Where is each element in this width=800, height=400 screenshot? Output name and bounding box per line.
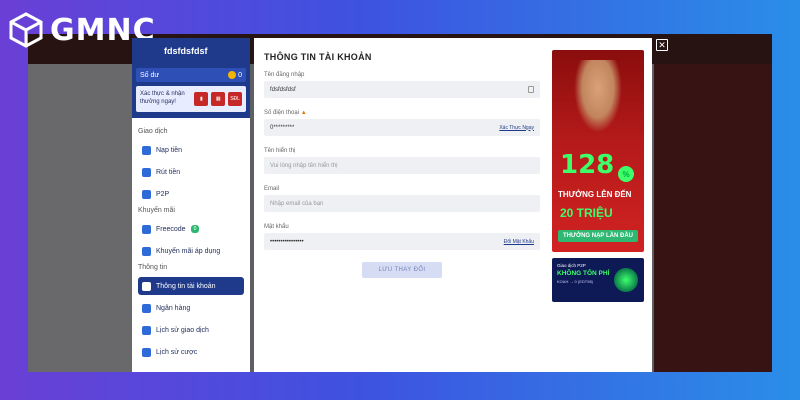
bank-icon bbox=[142, 303, 151, 313]
sidebar-item-label: Rút tiền bbox=[156, 168, 181, 176]
verify-phone-link[interactable]: Xác Thực Ngay bbox=[499, 125, 534, 131]
sidebar-item-label: Thông tin tài khoản bbox=[156, 282, 216, 290]
sidebar-item-label: Ngân hàng bbox=[156, 304, 191, 312]
sidebar-header: fdsfdsfdsf Số dư 0 Xác thực & nhận thưởn… bbox=[132, 38, 250, 118]
balance-value: 0 bbox=[238, 71, 242, 79]
sdl-verify-badge[interactable]: SĐL bbox=[228, 92, 242, 106]
sidebar-item-label: P2P bbox=[156, 190, 170, 198]
sidebar-section-title: Thông tin bbox=[138, 264, 168, 271]
phone-field[interactable]: 0********* Xác Thực Ngay bbox=[264, 119, 540, 136]
phone-field-label: Số điện thoại ▲ bbox=[264, 110, 307, 116]
username-field-label: Tên đăng nhập bbox=[264, 72, 305, 78]
email-label: Email bbox=[264, 186, 280, 192]
email-placeholder: Nhập email của bạn bbox=[270, 200, 324, 207]
sidebar-item[interactable]: Khuyến mãi áp dụng bbox=[138, 242, 244, 260]
phone-verify-icon[interactable]: ▮ bbox=[194, 92, 209, 106]
p2p-icon bbox=[142, 189, 151, 199]
account-icon bbox=[142, 281, 151, 291]
first-deposit-cta[interactable]: THƯỞNG NẠP LẦN ĐẦU bbox=[558, 230, 638, 242]
cube-logo-icon bbox=[9, 12, 43, 48]
sidebar-item[interactable]: Rút tiền bbox=[138, 163, 244, 181]
lock-icon bbox=[528, 86, 534, 93]
display-name-placeholder: Vui lòng nhập tên hiển thị bbox=[270, 162, 338, 169]
phone-label-text: Số điện thoại bbox=[264, 110, 300, 116]
sidebar-section-title: Giao dịch bbox=[138, 128, 168, 135]
display-name-input[interactable]: Vui lòng nhập tên hiển thị bbox=[264, 157, 540, 174]
history-icon bbox=[142, 325, 151, 335]
balance-amount: 0 bbox=[228, 71, 242, 79]
p2p-banner[interactable]: Giao dịch P2P KHÔNG TỐN PHÍ KOAH → 0 (ED… bbox=[552, 258, 644, 302]
count-badge: 0 bbox=[190, 225, 200, 233]
sidebar-item[interactable]: Ngân hàng bbox=[138, 299, 244, 317]
verify-banner[interactable]: Xác thực & nhận thưởng ngay! ▮ ▦ SĐL bbox=[136, 86, 246, 112]
sidebar-item-label: Lịch sử giao dịch bbox=[156, 326, 209, 334]
bonus-percent: 128 bbox=[560, 150, 615, 180]
first-deposit-banner[interactable]: 128 % THƯỞNG LÊN ĐẾN 20 TRIỆU THƯỞNG NẠP… bbox=[552, 50, 644, 252]
password-field[interactable]: •••••••••••••••• Đổi Mật Khẩu bbox=[264, 233, 540, 250]
withdraw-icon bbox=[142, 167, 151, 177]
page-title: THÔNG TIN TÀI KHOẢN bbox=[264, 52, 372, 62]
sidebar-item-label: Lịch sử cược bbox=[156, 348, 198, 356]
sidebar-item[interactable]: Freecode 0 bbox=[138, 220, 244, 238]
change-password-link[interactable]: Đổi Mật Khẩu bbox=[504, 239, 534, 245]
password-field-value: •••••••••••••••• bbox=[270, 238, 304, 245]
phone-field-value: 0********* bbox=[270, 124, 295, 131]
sidebar-menu: Giao dịch Nạp tiền Rút tiền P2P Khuyến mãi Fr… bbox=[132, 118, 250, 371]
save-button[interactable]: LƯU THAY ĐỔI bbox=[362, 262, 442, 278]
sidebar-item-label: Nạp tiền bbox=[156, 146, 183, 154]
balance-bar: Số dư 0 bbox=[136, 68, 246, 82]
account-sidebar: fdsfdsfdsf Số dư 0 Xác thực & nhận thưởn… bbox=[132, 38, 250, 372]
bet-history-icon bbox=[142, 347, 151, 357]
verify-text: Xác thực & nhận thưởng ngay! bbox=[140, 91, 185, 105]
sidebar-item[interactable]: Lịch sử cược bbox=[138, 343, 244, 361]
sidebar-item-label: Khuyến mãi áp dụng bbox=[156, 247, 221, 255]
username-field-value: fdsfdsfdsf bbox=[270, 86, 296, 93]
freecode-icon bbox=[142, 224, 151, 234]
bonus-line-2: 20 TRIỆU bbox=[560, 206, 613, 220]
sidebar-item[interactable]: Lịch sử giao dịch bbox=[138, 321, 244, 339]
username-field: fdsfdsfdsf bbox=[264, 81, 540, 98]
promo-icon bbox=[142, 246, 151, 256]
balance-label: Số dư bbox=[140, 71, 160, 79]
close-button[interactable]: ✕ bbox=[656, 39, 668, 51]
username-label: fdsfdsfdsf bbox=[164, 46, 208, 56]
sidebar-item[interactable]: P2P bbox=[138, 185, 244, 203]
p2p-coin-icon bbox=[614, 268, 638, 292]
sidebar-item[interactable]: Nạp tiền bbox=[138, 141, 244, 159]
sidebar-section-title: Khuyến mãi bbox=[138, 207, 175, 214]
bank-verify-icon[interactable]: ▦ bbox=[211, 92, 226, 106]
sidebar-item[interactable]: Thông tin tài khoản bbox=[138, 277, 244, 295]
warning-icon: ▲ bbox=[300, 110, 307, 116]
password-label: Mật khẩu bbox=[264, 224, 289, 230]
percent-sign: % bbox=[618, 166, 634, 182]
bonus-line-1: THƯỞNG LÊN ĐẾN bbox=[558, 190, 632, 199]
display-name-label: Tên hiển thị bbox=[264, 148, 296, 154]
deposit-icon bbox=[142, 145, 151, 155]
email-input[interactable]: Nhập email của bạn bbox=[264, 195, 540, 212]
sidebar-item-label: Freecode bbox=[156, 225, 186, 233]
coin-icon bbox=[228, 71, 237, 79]
footballer-image bbox=[570, 60, 626, 140]
